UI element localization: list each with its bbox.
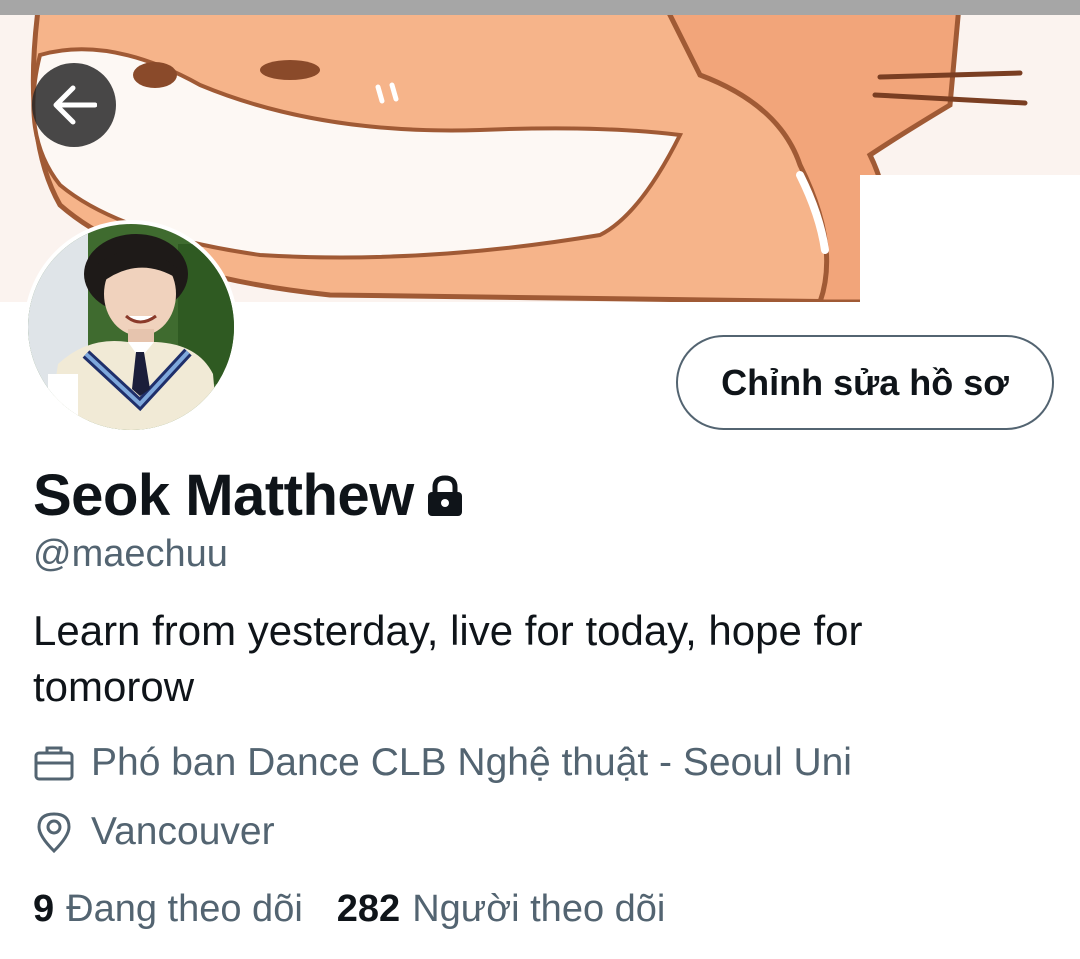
display-name: Seok Matthew — [33, 463, 414, 528]
profile-name-row: Seok Matthew — [33, 462, 466, 529]
avatar-photo — [28, 224, 234, 430]
location-text: Vancouver — [91, 810, 275, 853]
location-pin-icon — [33, 811, 75, 853]
job-text: Phó ban Dance CLB Nghệ thuật - Seoul Uni — [91, 741, 852, 784]
profile-job: Phó ban Dance CLB Nghệ thuật - Seoul Uni — [33, 741, 852, 785]
profile-bio: Learn from yesterday, live for today, ho… — [33, 607, 863, 710]
briefcase-icon — [33, 742, 75, 784]
back-button[interactable] — [32, 63, 116, 147]
profile-handle: @maechuu — [33, 533, 228, 575]
profile-location: Vancouver — [33, 810, 275, 854]
edit-profile-button[interactable]: Chỉnh sửa hồ sơ — [676, 335, 1054, 430]
follow-stats: 9 Đang theo dõi 282 Người theo dõi — [33, 888, 665, 931]
lock-icon — [424, 474, 466, 523]
status-strip — [0, 0, 1080, 15]
arrow-left-icon — [53, 85, 97, 125]
followers-count: 282 — [336, 888, 401, 930]
avatar[interactable] — [24, 220, 238, 434]
following-label: Đang theo dõi — [66, 888, 303, 930]
followers-link[interactable]: 282 Người theo dõi — [337, 888, 666, 931]
following-link[interactable]: 9 Đang theo dõi — [33, 888, 303, 931]
followers-label: Người theo dõi — [412, 888, 666, 930]
following-count: 9 — [33, 888, 55, 930]
